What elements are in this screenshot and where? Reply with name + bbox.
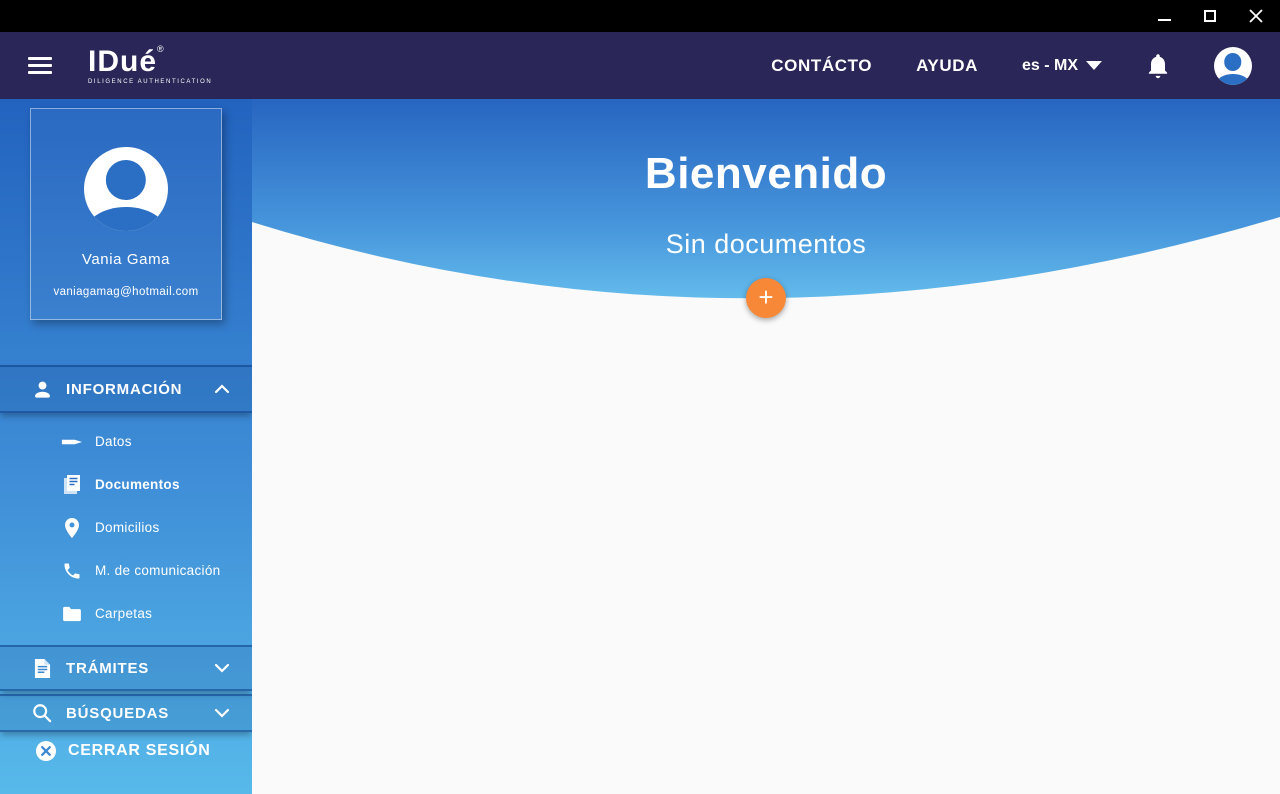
sidebar: Vania Gama vaniagamag@hotmail.com INFORM…: [0, 99, 252, 794]
chevron-down-icon: [214, 708, 230, 718]
add-document-button[interactable]: +: [746, 278, 786, 318]
logout-button[interactable]: CERRAR SESIÓN: [0, 732, 252, 770]
sidebar-item-label: Carpetas: [95, 606, 152, 621]
avatar-person-icon: [1224, 53, 1241, 70]
logo-subtitle: DILIGENCE AUTHENTICATION: [88, 79, 212, 85]
profile-person-icon: [106, 160, 146, 200]
profile-email: vaniagamag@hotmail.com: [53, 286, 198, 298]
sidebar-section-tramites[interactable]: TRÁMITES: [0, 645, 252, 691]
folder-icon: [60, 606, 84, 622]
sidebar-item-label: Datos: [95, 434, 132, 449]
contact-link[interactable]: CONTÁCTO: [771, 56, 872, 76]
location-pin-icon: [60, 517, 84, 539]
logo-title: IDué: [88, 45, 157, 78]
chevron-down-icon: [214, 663, 230, 673]
sidebar-item-label: Domicilios: [95, 520, 160, 535]
sidebar-item-carpetas[interactable]: Carpetas: [0, 592, 252, 635]
registered-mark: ®: [157, 44, 164, 54]
sidebar-section-busquedas[interactable]: BÚSQUEDAS: [0, 694, 252, 732]
documents-icon: [60, 474, 84, 496]
search-icon: [30, 703, 54, 723]
profile-name: Vania Gama: [82, 251, 170, 268]
window-titlebar: [0, 0, 1280, 32]
arrow-right-icon: [60, 435, 84, 449]
logout-label: CERRAR SESIÓN: [68, 742, 210, 760]
welcome-subtitle: Sin documentos: [252, 229, 1280, 260]
sidebar-section-informacion[interactable]: INFORMACIÓN: [0, 365, 252, 413]
language-selector[interactable]: es - MX: [1022, 57, 1102, 75]
informacion-subnav: Datos Documentos Domicilios: [0, 413, 252, 635]
minimize-button[interactable]: [1154, 6, 1174, 26]
user-avatar[interactable]: [1214, 47, 1252, 85]
sidebar-item-label: Documentos: [95, 477, 180, 492]
close-circle-icon: [33, 740, 59, 762]
minimize-icon: [1158, 19, 1171, 21]
file-icon: [30, 658, 54, 679]
sidebar-item-datos[interactable]: Datos: [0, 420, 252, 463]
bell-icon: [1146, 53, 1170, 79]
maximize-button[interactable]: [1200, 6, 1220, 26]
help-link[interactable]: AYUDA: [916, 56, 978, 76]
person-icon: [30, 379, 54, 400]
sidebar-item-label: M. de comunicación: [95, 563, 220, 578]
hamburger-icon: [28, 57, 52, 60]
phone-icon: [60, 561, 84, 581]
sidebar-item-domicilios[interactable]: Domicilios: [0, 506, 252, 549]
notifications-button[interactable]: [1146, 53, 1170, 79]
sidebar-section-label: BÚSQUEDAS: [66, 705, 169, 722]
menu-button[interactable]: [28, 57, 52, 74]
profile-card: Vania Gama vaniagamag@hotmail.com: [30, 108, 222, 320]
caret-down-icon: [1086, 61, 1102, 70]
sidebar-item-documentos[interactable]: Documentos: [0, 463, 252, 506]
main-content: Bienvenido Sin documentos +: [252, 99, 1280, 794]
close-icon: [1249, 9, 1263, 23]
language-value: es - MX: [1022, 57, 1078, 75]
sidebar-section-label: TRÁMITES: [66, 660, 149, 677]
profile-avatar: [84, 147, 168, 231]
sidebar-item-comunicacion[interactable]: M. de comunicación: [0, 549, 252, 592]
sidebar-section-label: INFORMACIÓN: [66, 381, 182, 398]
maximize-icon: [1204, 10, 1216, 22]
welcome-title: Bienvenido: [252, 99, 1280, 199]
chevron-up-icon: [214, 384, 230, 394]
app-header: IDué® DILIGENCE AUTHENTICATION CONTÁCTO …: [0, 32, 1280, 99]
close-button[interactable]: [1246, 6, 1266, 26]
app-logo[interactable]: IDué® DILIGENCE AUTHENTICATION: [88, 47, 212, 85]
welcome-hero: Bienvenido Sin documentos +: [252, 99, 1280, 320]
